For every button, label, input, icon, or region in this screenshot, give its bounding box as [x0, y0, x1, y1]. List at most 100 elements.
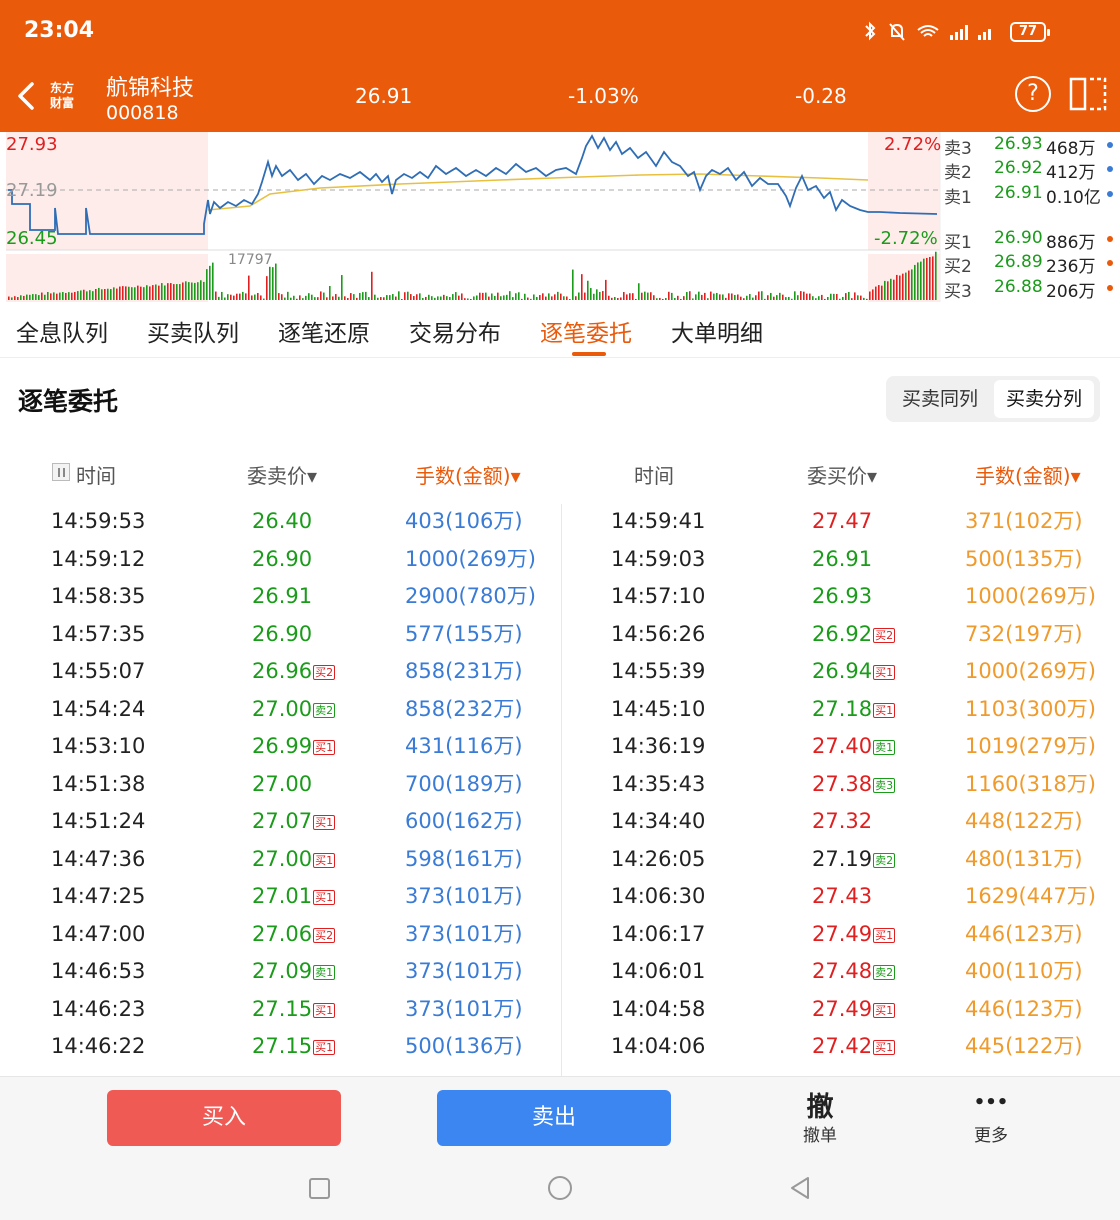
- more-button[interactable]: ••• 更多: [951, 1085, 1031, 1146]
- pause-icon[interactable]: [52, 463, 70, 481]
- sell-price-header[interactable]: 委卖价▾: [247, 460, 317, 489]
- order-price: 27.15 买1: [252, 1031, 336, 1061]
- volume-bar: [200, 280, 202, 300]
- chart-high-label: 27.93: [6, 134, 58, 155]
- orderbook-sell-3[interactable]: 卖3 26.93 468万: [944, 134, 1120, 159]
- layout-toggle: 买卖同列 买卖分列: [886, 376, 1100, 422]
- volume-bar: [608, 295, 610, 300]
- order-quantity: 371(102万): [965, 509, 1083, 533]
- volume-bar: [926, 257, 928, 300]
- volume-bar: [680, 298, 682, 300]
- dot-icon: [1107, 260, 1113, 266]
- volume-bar: [437, 296, 439, 300]
- volume-bar: [578, 292, 580, 300]
- volume-bar: [65, 292, 67, 300]
- tab-tick-restore[interactable]: 逐笔还原: [278, 314, 370, 348]
- volume-bar: [371, 271, 373, 300]
- help-icon[interactable]: ?: [1015, 76, 1051, 112]
- volume-bar: [791, 298, 793, 300]
- volume-bar: [935, 251, 937, 300]
- bluetooth-icon: [865, 21, 876, 41]
- volume-bar: [476, 295, 478, 300]
- volume-bar: [440, 296, 442, 300]
- volume-bar: [686, 292, 688, 300]
- volume-bar: [521, 298, 523, 300]
- volume-bar: [734, 294, 736, 300]
- home-icon[interactable]: [548, 1176, 572, 1200]
- volume-bar: [446, 296, 448, 300]
- volume-bar: [539, 295, 541, 300]
- volume-bar: [104, 289, 106, 300]
- tab-full-queue[interactable]: 全息队列: [16, 314, 108, 348]
- recents-icon[interactable]: [309, 1178, 330, 1199]
- toggle-split-column[interactable]: 买卖分列: [994, 380, 1094, 418]
- volume-bar: [380, 297, 382, 300]
- volume-bar: [800, 291, 802, 300]
- volume-bar: [179, 284, 181, 300]
- volume-bar: [908, 270, 910, 300]
- volume-bar: [14, 296, 16, 300]
- layout-switch-icon[interactable]: [1068, 76, 1108, 112]
- volume-bar: [842, 296, 844, 300]
- orderbook-buy-3[interactable]: 买3 26.88 206万: [944, 277, 1120, 302]
- buy-button[interactable]: 买入: [107, 1090, 341, 1146]
- volume-bar: [119, 286, 121, 300]
- volume-bar: [395, 296, 397, 300]
- orderbook-sell-2[interactable]: 卖2 26.92 412万: [944, 158, 1120, 183]
- volume-bar: [473, 296, 475, 300]
- volume-bar: [212, 262, 214, 300]
- volume-bar: [275, 263, 277, 300]
- volume-bar: [815, 298, 817, 300]
- orderbook-label: 卖1: [944, 188, 972, 208]
- volume-bar: [596, 289, 598, 300]
- order-price-value: 27.43: [812, 884, 873, 908]
- volume-bar: [140, 286, 142, 300]
- queue-level-badge: 卖2: [873, 965, 896, 980]
- queue-level-badge: 卖1: [313, 965, 336, 980]
- orderbook-buy-1[interactable]: 买1 26.90 886万: [944, 228, 1120, 253]
- volume-bar: [347, 298, 349, 300]
- volume-bar: [176, 284, 178, 300]
- back-nav-icon[interactable]: [791, 1177, 809, 1199]
- volume-bar: [830, 293, 832, 300]
- tab-trade-distribution[interactable]: 交易分布: [409, 314, 501, 348]
- volume-bar: [692, 298, 694, 300]
- buy-price-header[interactable]: 委买价▾: [807, 460, 877, 489]
- volume-bar: [116, 288, 118, 300]
- volume-bar: [326, 297, 328, 300]
- volume-bar: [659, 297, 661, 300]
- volume-bar: [890, 278, 892, 300]
- toggle-same-column[interactable]: 买卖同列: [890, 380, 990, 418]
- orderbook-volume: 886万: [1046, 233, 1096, 253]
- sell-button[interactable]: 卖出: [437, 1090, 671, 1146]
- volume-bar: [50, 293, 52, 300]
- volume-bar: [611, 297, 613, 300]
- tab-tick-orders[interactable]: 逐笔委托: [540, 314, 632, 348]
- volume-bar: [494, 295, 496, 300]
- volume-bar: [197, 282, 199, 300]
- buy-qty-header[interactable]: 手数(金额)▾: [975, 460, 1081, 489]
- volume-bar: [488, 296, 490, 300]
- orderbook-buy-2[interactable]: 买2 26.89 236万: [944, 252, 1120, 277]
- volume-bar: [722, 294, 724, 300]
- order-price-value: 27.06: [252, 921, 313, 946]
- back-arrow-icon[interactable]: [14, 78, 38, 114]
- tab-large-orders[interactable]: 大单明细: [671, 314, 763, 348]
- volume-bar: [767, 295, 769, 300]
- volume-bar: [323, 292, 325, 300]
- intraday-chart[interactable]: 27.93 27.19 26.45 2.72% -2.72% 17797 卖3 …: [0, 132, 1120, 302]
- cancel-order-button[interactable]: 撤 撤单: [780, 1085, 860, 1146]
- queue-level-badge: 买2: [873, 627, 896, 643]
- orderbook-price: 26.89: [994, 252, 1043, 272]
- orderbook-sell-1[interactable]: 卖1 26.91 0.10亿: [944, 183, 1120, 208]
- volume-bar: [551, 296, 553, 300]
- volume-bar: [203, 281, 205, 300]
- volume-bar: [392, 294, 394, 300]
- volume-bar: [464, 298, 466, 300]
- order-time: 14:06:30: [611, 884, 706, 908]
- volume-bar: [362, 292, 364, 300]
- volume-max-label: 17797: [228, 252, 273, 268]
- sell-qty-header[interactable]: 手数(金额)▾: [415, 460, 521, 489]
- tab-bid-ask-queue[interactable]: 买卖队列: [147, 314, 239, 348]
- stock-code: 000818: [106, 102, 179, 124]
